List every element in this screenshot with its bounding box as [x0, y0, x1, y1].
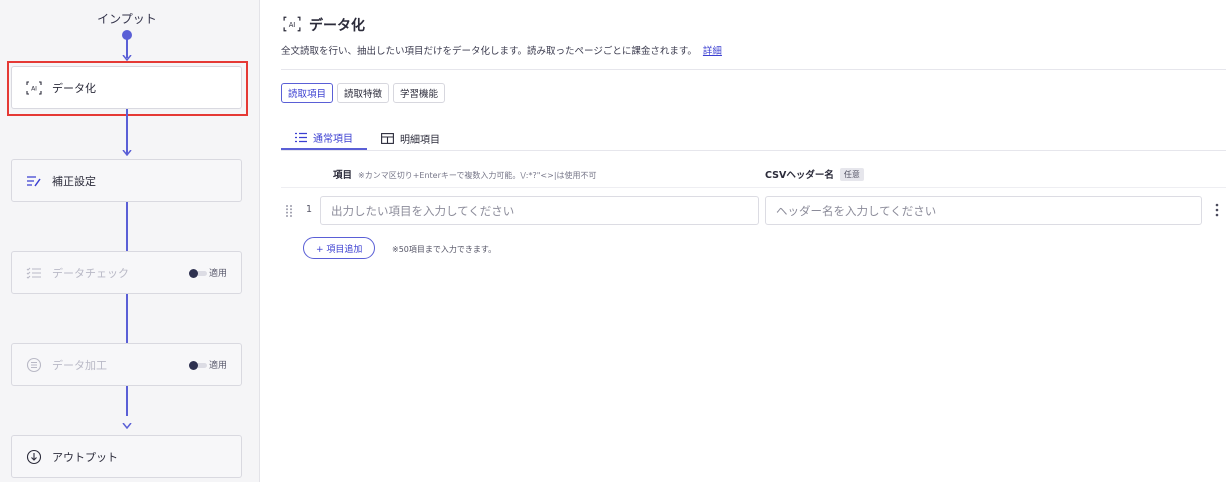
apply-toggle[interactable]	[189, 269, 207, 278]
column-label: CSVヘッダー名	[765, 170, 834, 181]
table-icon	[381, 132, 394, 144]
drag-handle-icon[interactable]	[285, 203, 293, 217]
divider	[281, 150, 1226, 151]
flow-node-data-processing[interactable]: データ加工 適用	[11, 343, 242, 386]
page-description: 全文読取を行い、抽出したい項目だけをデータ化します。読み取ったページごとに課金さ…	[281, 43, 722, 57]
flow-node-data-check[interactable]: データチェック 適用	[11, 251, 242, 294]
column-label: 項目	[333, 170, 353, 181]
flow-panel: インプット AI データ化 補正設定 データチェック 適用 データ加工 適用 ア…	[0, 0, 260, 482]
app-window: インプット AI データ化 補正設定 データチェック 適用 データ加工 適用 ア…	[0, 0, 1226, 482]
tab-label: 明細項目	[400, 134, 440, 146]
flow-connector	[126, 109, 128, 154]
optional-badge: 任意	[839, 167, 864, 181]
flow-node-label: アウトプット	[52, 450, 118, 464]
list-edit-icon	[26, 173, 42, 189]
add-item-note: ※50項目まで入力できます。	[392, 245, 497, 254]
arrow-down-icon	[122, 423, 132, 429]
divider	[281, 187, 1226, 188]
section-chips: 読取項目 読取特徴 学習機能	[281, 83, 446, 103]
column-header-item: 項目 ※カンマ区切り+Enterキーで複数入力可能。\/:*?"<>|は使用不可	[333, 167, 597, 181]
add-item-button[interactable]: + 項目追加	[303, 237, 376, 259]
apply-toggle[interactable]	[189, 361, 207, 370]
chip-read-items[interactable]: 読取項目	[281, 83, 334, 103]
flow-input-label: インプット	[97, 12, 157, 26]
csv-header-input[interactable]	[765, 196, 1202, 225]
flow-node-label: データ加工	[52, 358, 107, 372]
svg-text:AI: AI	[289, 21, 296, 29]
flow-node-correction[interactable]: 補正設定	[11, 159, 242, 202]
flow-node-label: データ化	[52, 81, 96, 95]
main-panel: AI データ化 全文読取を行い、抽出したい項目だけをデータ化します。読み取ったペ…	[261, 0, 1226, 482]
apply-toggle-label: 適用	[208, 361, 227, 371]
column-header-csv: CSVヘッダー名 任意	[765, 167, 864, 181]
item-name-input[interactable]	[320, 196, 759, 225]
checklist-icon	[26, 265, 42, 281]
chip-read-features[interactable]: 読取特徴	[337, 83, 390, 103]
divider	[281, 69, 1226, 70]
arrow-down-icon	[122, 150, 132, 156]
description-text: 全文読取を行い、抽出したい項目だけをデータ化します。読み取ったページごとに課金さ…	[281, 46, 697, 57]
svg-text:AI: AI	[31, 85, 37, 92]
flow-node-label: データチェック	[52, 266, 129, 280]
ai-icon: AI	[26, 80, 42, 96]
item-tabs: 通常項目 明細項目	[281, 126, 454, 150]
flow-node-data-extraction[interactable]: AI データ化	[11, 66, 242, 109]
detail-link[interactable]: 詳細	[703, 46, 722, 57]
tab-detail-items[interactable]: 明細項目	[367, 126, 454, 150]
ai-icon: AI	[283, 16, 301, 34]
row-number: 1	[306, 204, 313, 215]
list-icon	[295, 132, 307, 143]
flow-node-output[interactable]: アウトプット	[11, 435, 242, 478]
chip-learning[interactable]: 学習機能	[393, 83, 446, 103]
more-vertical-icon[interactable]	[1214, 202, 1220, 218]
page-title: データ化	[309, 18, 365, 34]
flow-node-label: 補正設定	[52, 174, 96, 188]
column-note: ※カンマ区切り+Enterキーで複数入力可能。\/:*?"<>|は使用不可	[358, 171, 597, 180]
tab-normal-items[interactable]: 通常項目	[281, 126, 367, 150]
list-circle-icon	[26, 357, 42, 373]
tab-label: 通常項目	[313, 133, 353, 145]
download-circle-icon	[26, 449, 42, 465]
apply-toggle-label: 適用	[208, 269, 227, 279]
